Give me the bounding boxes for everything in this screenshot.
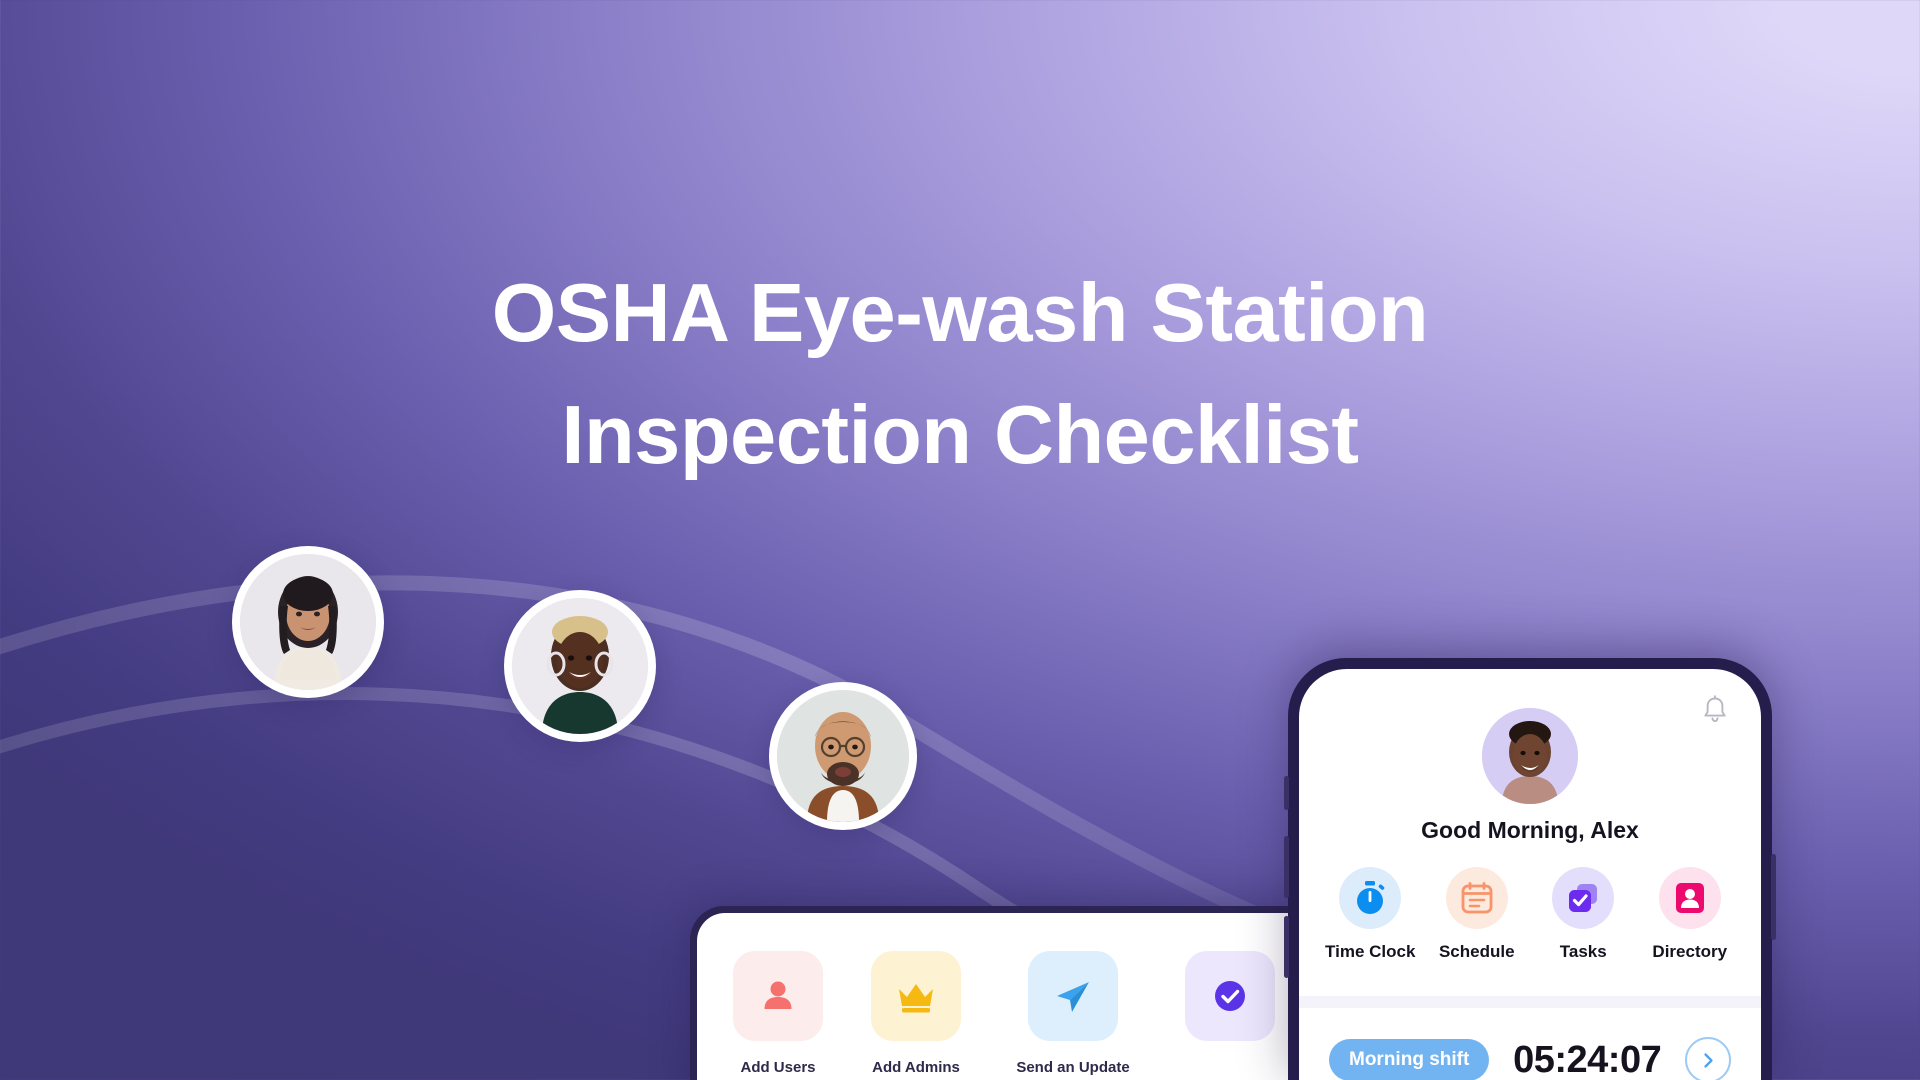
notifications-button[interactable] — [1702, 695, 1728, 728]
avatar-photo — [777, 690, 909, 822]
nav-item-label: Tasks — [1559, 942, 1607, 961]
chevron-right-icon — [1703, 1052, 1713, 1068]
tablet-tile-add-users-swatch — [733, 951, 823, 1041]
phone-volume-up-button[interactable] — [1284, 836, 1289, 898]
tablet-tile-add-users[interactable]: Add Users — [731, 951, 825, 1080]
tablet-tile-approvals-swatch — [1185, 951, 1275, 1041]
tablet-tile-label: Add Admins — [872, 1059, 960, 1076]
tablet-tile-send-update-swatch — [1028, 951, 1118, 1041]
shift-elapsed-time: 05:24:07 — [1513, 1038, 1662, 1080]
nav-item-label: Directory — [1652, 942, 1728, 961]
tablet-tile-send-update[interactable]: Send an Update — [1007, 951, 1139, 1080]
nav-item-label: Schedule — [1438, 942, 1515, 961]
contact-card-icon — [1675, 883, 1704, 913]
tablet-tile-approvals[interactable] — [1183, 951, 1277, 1080]
nav-item-directory-swatch — [1658, 867, 1721, 929]
nav-item-time-clock[interactable]: Time Clock — [1322, 867, 1418, 962]
avatar — [232, 546, 384, 698]
nav-item-tasks-swatch — [1552, 867, 1615, 929]
avatar-photo — [512, 598, 648, 734]
bell-icon — [1704, 695, 1726, 723]
user-icon — [764, 981, 792, 1009]
phone-volume-down-button[interactable] — [1284, 916, 1289, 978]
stopwatch-icon — [1357, 881, 1385, 914]
phone-mute-switch[interactable] — [1284, 776, 1289, 810]
shift-badge: Morning shift — [1329, 1039, 1490, 1080]
nav-item-schedule[interactable]: Schedule — [1429, 867, 1525, 962]
user-avatar[interactable] — [1482, 708, 1578, 804]
shift-details-button[interactable] — [1685, 1037, 1731, 1080]
tasks-icon — [1569, 884, 1598, 912]
shift-timer-row: Morning shift 05:24:07 — [1299, 1021, 1761, 1080]
avatar-photo — [240, 554, 376, 690]
page-title-line-2: Inspection Checklist — [561, 388, 1359, 481]
tablet-tile-add-admins[interactable]: Add Admins — [869, 951, 963, 1080]
avatar — [504, 590, 656, 742]
tablet-tile-add-admins-swatch — [871, 951, 961, 1041]
tablet-tile-label: Send an Update — [1016, 1059, 1130, 1076]
phone-power-button[interactable] — [1771, 854, 1776, 940]
nav-item-directory[interactable]: Directory — [1642, 867, 1738, 962]
check-circle-icon — [1215, 981, 1245, 1011]
page-title: OSHA Eye-wash Station Inspection Checkli… — [0, 252, 1920, 496]
tablet-screen: Add Users Add Admins Send an Update — [697, 913, 1383, 1080]
page-title-line-1: OSHA Eye-wash Station — [491, 266, 1429, 359]
phone-quick-nav: Time Clock Schedule Tasks Directory — [1299, 867, 1761, 962]
avatar — [769, 682, 917, 830]
avatar-photo — [1482, 708, 1578, 804]
phone-screen: Good Morning, Alex Time Clock Schedule T… — [1299, 669, 1761, 1080]
phone-mockup: Good Morning, Alex Time Clock Schedule T… — [1284, 658, 1776, 1080]
nav-item-schedule-swatch — [1445, 867, 1508, 929]
nav-item-tasks[interactable]: Tasks — [1535, 867, 1631, 962]
section-divider — [1299, 996, 1761, 1008]
calendar-icon — [1461, 882, 1493, 914]
crown-icon — [899, 984, 933, 1013]
greeting-text: Good Morning, Alex — [1421, 817, 1639, 843]
nav-item-time-clock-swatch — [1339, 867, 1402, 929]
tablet-tile-label: Add Users — [740, 1059, 816, 1076]
send-icon — [1057, 982, 1089, 1012]
nav-item-label: Time Clock — [1325, 942, 1416, 961]
